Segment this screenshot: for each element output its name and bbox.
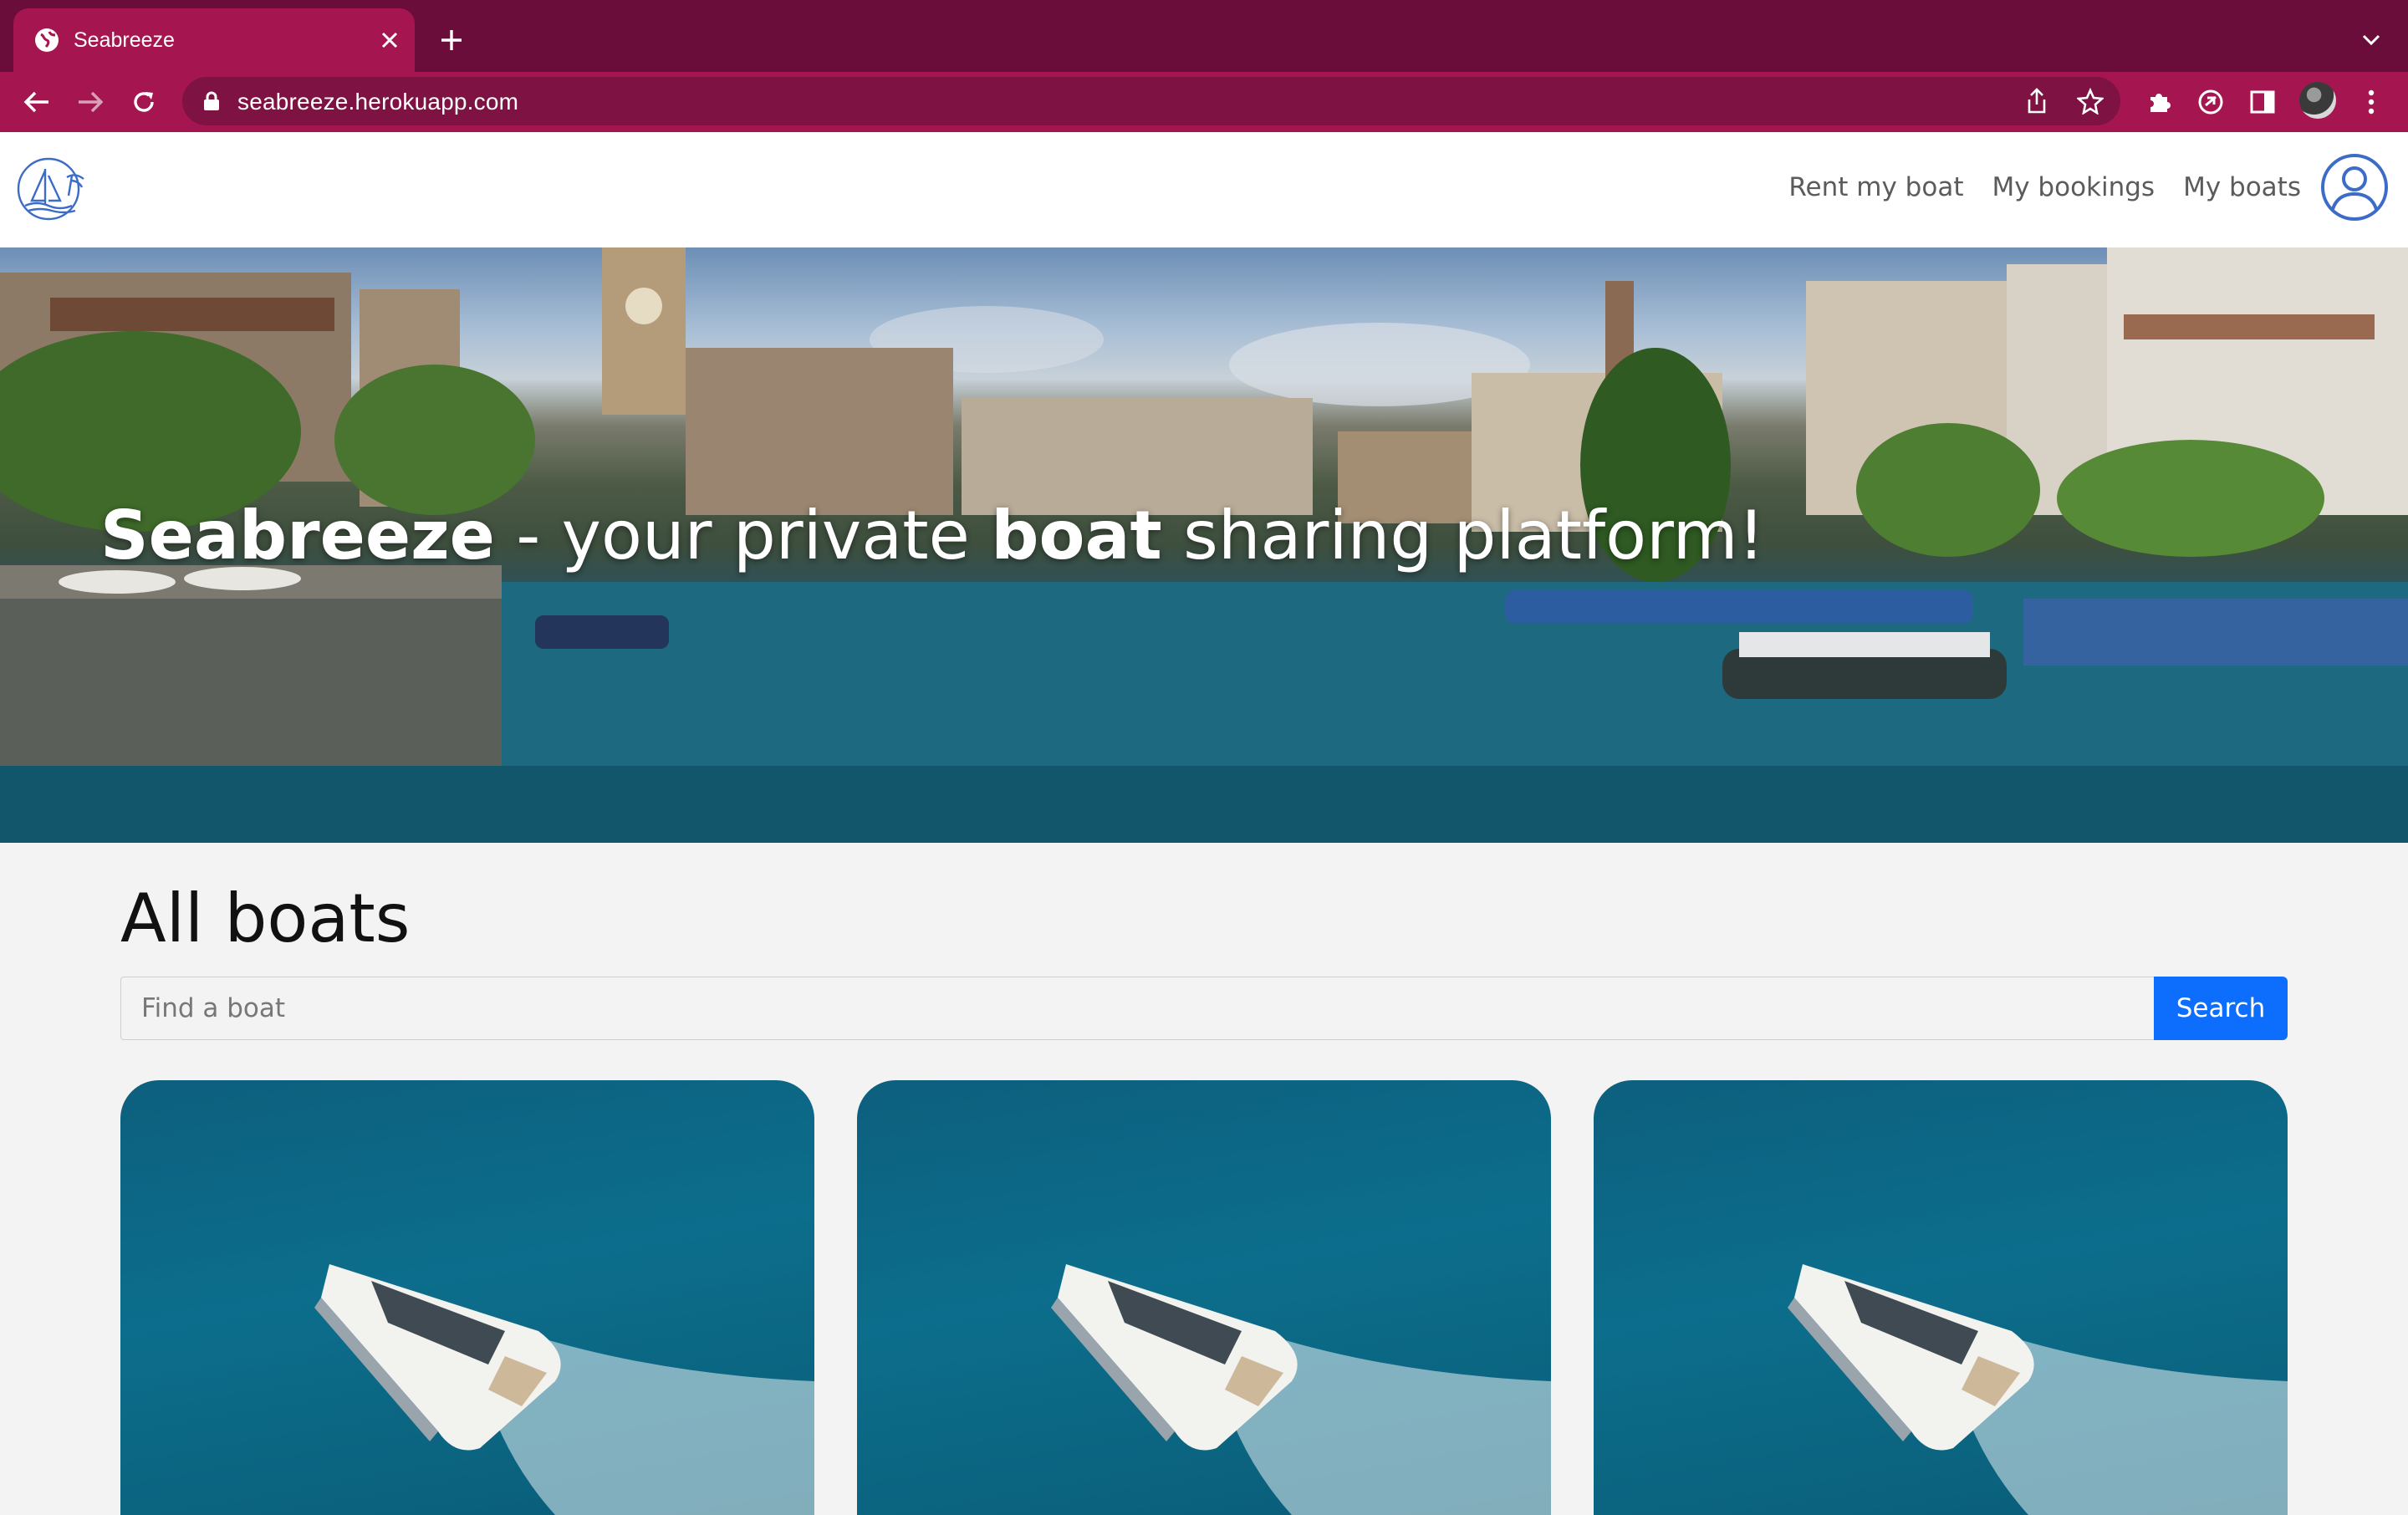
back-arrow-icon[interactable] [17, 82, 57, 122]
search-button[interactable]: Search [2154, 977, 2288, 1040]
url-text: seabreeze.herokuapp.com [237, 89, 519, 115]
nav-rent-my-boat[interactable]: Rent my boat [1788, 172, 1963, 202]
user-account-icon[interactable] [2319, 152, 2390, 222]
hero-text-1: - your private [494, 497, 992, 574]
browser-tab[interactable]: Seabreeze [13, 8, 415, 72]
extension-icon[interactable] [2191, 82, 2231, 122]
extensions-puzzle-icon[interactable] [2139, 82, 2179, 122]
sailboat-logo-icon[interactable] [17, 152, 89, 224]
hero-banner: Seabreeze - your private boat sharing pl… [0, 247, 2408, 843]
nav-my-bookings[interactable]: My bookings [1992, 172, 2155, 202]
kebab-menu-icon[interactable] [2351, 82, 2391, 122]
yacht-image [1788, 1264, 2288, 1515]
nav-my-boats[interactable]: My boats [2183, 172, 2301, 202]
yacht-image [314, 1264, 814, 1515]
chevron-down-icon[interactable] [2356, 25, 2386, 55]
boat-card[interactable] [120, 1080, 814, 1515]
address-bar[interactable]: seabreeze.herokuapp.com [182, 77, 2120, 125]
hero-brand: Seabreeze [100, 497, 495, 574]
globe-icon [35, 28, 59, 52]
forward-arrow-icon[interactable] [70, 82, 110, 122]
side-panel-icon[interactable] [2242, 82, 2283, 122]
close-tab-icon[interactable] [375, 25, 405, 55]
browser-tabstrip: Seabreeze [0, 0, 2408, 72]
yacht-image [1051, 1264, 1551, 1515]
profile-avatar[interactable] [2299, 82, 2336, 119]
star-bookmark-icon[interactable] [2074, 84, 2107, 118]
boat-card[interactable] [857, 1080, 1551, 1515]
lock-icon [204, 91, 219, 110]
hero-title: Seabreeze - your private boat sharing pl… [100, 497, 1765, 574]
reload-icon[interactable] [124, 82, 164, 122]
page-title: All boats [120, 880, 411, 957]
search-input[interactable] [120, 977, 2154, 1040]
tab-title: Seabreeze [74, 28, 175, 52]
hero-text-2: sharing platform! [1161, 497, 1765, 574]
hero-bold-boat: boat [991, 497, 1162, 574]
new-tab-icon[interactable] [435, 23, 468, 57]
boat-card[interactable] [1594, 1080, 2288, 1515]
share-icon[interactable] [2020, 84, 2053, 118]
site-navbar: Rent my boat My bookings My boats [0, 132, 2408, 247]
